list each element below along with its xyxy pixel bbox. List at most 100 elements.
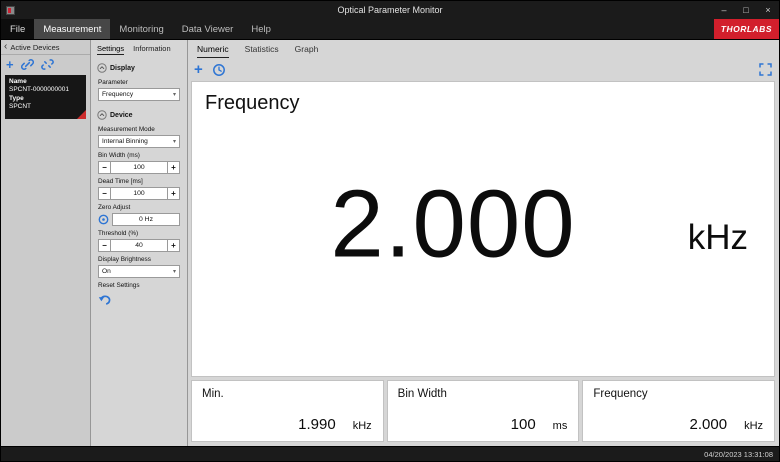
parameter-label: Parameter: [98, 79, 180, 86]
bin-width-label: Bin Width (ms): [98, 152, 180, 159]
collapse-panel-icon[interactable]: ‹: [4, 42, 7, 52]
threshold-stepper: − 40 +: [98, 239, 180, 252]
main-toolbar: +: [191, 58, 775, 81]
menu-file[interactable]: File: [1, 19, 34, 39]
zero-adjust-control: Zero Adjust 0 Hz: [91, 204, 187, 226]
bin-width-increment-button[interactable]: +: [167, 161, 180, 174]
display-section-header[interactable]: Display: [91, 58, 187, 75]
chevron-up-circle-icon: [97, 110, 107, 120]
threshold-value[interactable]: 40: [111, 239, 167, 252]
device-card[interactable]: Name SPCNT-0000000001 Type SPCNT: [5, 75, 86, 119]
menu-data-viewer[interactable]: Data Viewer: [173, 19, 243, 39]
measurement-mode-select[interactable]: Internal Binning ▾: [98, 135, 180, 148]
main-tabs: Numeric Statistics Graph: [191, 40, 775, 58]
threshold-increment-button[interactable]: +: [167, 239, 180, 252]
dead-time-value[interactable]: 100: [111, 187, 167, 200]
undo-reset-icon[interactable]: [98, 293, 112, 306]
active-devices-title: Active Devices: [10, 43, 59, 52]
add-device-icon[interactable]: +: [6, 58, 14, 71]
device-name-label: Name: [9, 78, 82, 86]
menu-bar: File Measurement Monitoring Data Viewer …: [1, 19, 779, 40]
numeric-display-card: Frequency 2.000 kHz: [191, 81, 775, 377]
fullscreen-expand-icon[interactable]: [759, 63, 772, 76]
connect-device-icon[interactable]: [21, 58, 34, 71]
stat-card-frequency: Frequency 2.000 kHz: [582, 380, 775, 442]
chevron-up-circle-icon: [97, 63, 107, 73]
chevron-down-icon: ▾: [173, 91, 176, 98]
chevron-down-icon: ▾: [173, 268, 176, 275]
menu-help[interactable]: Help: [242, 19, 280, 39]
stat-label: Frequency: [593, 388, 647, 400]
stat-unit: kHz: [744, 420, 763, 432]
display-brightness-label: Display Brightness: [98, 256, 180, 263]
dead-time-decrement-button[interactable]: −: [98, 187, 111, 200]
devices-toolbar: +: [1, 55, 90, 73]
tab-information[interactable]: Information: [133, 44, 171, 55]
parameter-value: Frequency: [102, 91, 133, 98]
stat-card-bin-width: Bin Width 100 ms: [387, 380, 580, 442]
bin-width-value[interactable]: 100: [111, 161, 167, 174]
disconnect-device-icon[interactable]: [41, 58, 54, 71]
stat-value: 2.000: [690, 416, 728, 433]
dead-time-increment-button[interactable]: +: [167, 187, 180, 200]
close-button[interactable]: ×: [757, 1, 779, 19]
reset-settings-control: Reset Settings: [91, 282, 187, 308]
threshold-control: Threshold (%) − 40 +: [91, 230, 187, 252]
add-display-icon[interactable]: +: [194, 62, 203, 77]
bin-width-decrement-button[interactable]: −: [98, 161, 111, 174]
window-title: Optical Parameter Monitor: [1, 5, 779, 15]
settings-tabs: Settings Information: [91, 40, 187, 58]
display-brightness-value: On: [102, 268, 111, 275]
device-name-value: SPCNT-0000000001: [9, 86, 82, 94]
app-window: Optical Parameter Monitor – □ × File Mea…: [0, 0, 780, 462]
stat-label: Bin Width: [398, 388, 447, 400]
stats-row: Min. 1.990 kHz Bin Width 100 ms Frequenc…: [191, 380, 775, 442]
threshold-decrement-button[interactable]: −: [98, 239, 111, 252]
display-main-unit: kHz: [688, 218, 748, 258]
tab-statistics[interactable]: Statistics: [245, 44, 279, 58]
zero-adjust-icon[interactable]: [98, 214, 109, 225]
menu-monitoring[interactable]: Monitoring: [110, 19, 172, 39]
reset-settings-label: Reset Settings: [98, 282, 180, 289]
stat-value: 1.990: [298, 416, 336, 433]
device-section-title: Device: [110, 112, 133, 119]
stat-unit: kHz: [353, 420, 372, 432]
parameter-select[interactable]: Frequency ▾: [98, 88, 180, 101]
display-brightness-select[interactable]: On ▾: [98, 265, 180, 278]
tab-graph[interactable]: Graph: [295, 44, 319, 58]
dead-time-stepper: − 100 +: [98, 187, 180, 200]
menu-measurement[interactable]: Measurement: [34, 19, 110, 39]
measurement-mode-label: Measurement Mode: [98, 126, 180, 133]
active-devices-header: ‹ Active Devices: [1, 40, 90, 55]
maximize-button[interactable]: □: [735, 1, 757, 19]
display-section-title: Display: [110, 65, 135, 72]
thorlabs-logo: THORLABS: [714, 19, 779, 39]
tab-numeric[interactable]: Numeric: [197, 44, 229, 58]
zero-adjust-value[interactable]: 0 Hz: [112, 213, 180, 226]
threshold-label: Threshold (%): [98, 230, 180, 237]
display-brightness-control: Display Brightness On ▾: [91, 256, 187, 278]
device-alert-corner: [77, 110, 86, 119]
zero-adjust-label: Zero Adjust: [98, 204, 180, 211]
measurement-mode-control: Measurement Mode Internal Binning ▾: [91, 126, 187, 148]
device-type-label: Type: [9, 95, 82, 103]
minimize-button[interactable]: –: [713, 1, 735, 19]
chevron-down-icon: ▾: [173, 138, 176, 145]
stat-value: 100: [511, 416, 536, 433]
status-bar: 04/20/2023 13:31:08: [1, 446, 779, 461]
bin-width-control: Bin Width (ms) − 100 +: [91, 152, 187, 174]
app-icon: [6, 6, 15, 15]
title-bar: Optical Parameter Monitor – □ ×: [1, 1, 779, 19]
tab-settings[interactable]: Settings: [97, 44, 124, 55]
stat-card-min: Min. 1.990 kHz: [191, 380, 384, 442]
dead-time-control: Dead Time [ms] − 100 +: [91, 178, 187, 200]
status-datetime: 04/20/2023 13:31:08: [704, 450, 773, 459]
active-devices-panel: ‹ Active Devices +: [1, 40, 91, 446]
parameter-control: Parameter Frequency ▾: [91, 79, 187, 101]
display-parameter-title: Frequency: [205, 92, 300, 115]
device-type-value: SPCNT: [9, 103, 82, 111]
stat-label: Min.: [202, 388, 224, 400]
update-rate-clock-icon[interactable]: [212, 63, 226, 77]
device-section-header[interactable]: Device: [91, 105, 187, 122]
window-controls: – □ ×: [713, 1, 779, 19]
